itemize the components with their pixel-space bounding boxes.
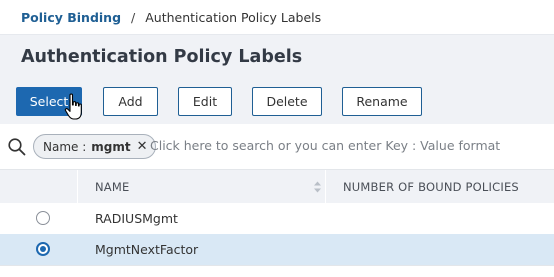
row-name: MgmtNextFactor [95, 242, 199, 257]
breadcrumb-separator: / [131, 9, 136, 25]
table-row[interactable]: MgmtNextFactor [0, 234, 554, 266]
column-header-name[interactable]: NAME [95, 180, 129, 194]
search-bar: Name : mgmt ✕ Click here to search or yo… [0, 125, 554, 170]
table-header: NAME NUMBER OF BOUND POLICIES [0, 170, 554, 204]
search-icon[interactable] [7, 137, 27, 157]
row-radio[interactable] [36, 242, 50, 256]
sort-icon[interactable] [313, 181, 322, 193]
column-header-bound-policies[interactable]: NUMBER OF BOUND POLICIES [343, 180, 519, 194]
table-row[interactable]: RADIUSMgmt [0, 203, 554, 235]
filter-chip-key: Name : [43, 139, 87, 154]
title-bar: Authentication Policy Labels [0, 35, 554, 78]
edit-button[interactable]: Edit [178, 87, 232, 116]
row-radio[interactable] [36, 211, 50, 225]
hand-pointer-icon [64, 93, 82, 120]
filter-chip: Name : mgmt ✕ [33, 134, 156, 159]
breadcrumb-policy-binding-link[interactable]: Policy Binding [21, 10, 121, 25]
column-divider [77, 170, 78, 203]
add-button[interactable]: Add [103, 87, 158, 116]
delete-button[interactable]: Delete [252, 87, 322, 116]
breadcrumb: Policy Binding / Authentication Policy L… [0, 0, 554, 35]
page-title: Authentication Policy Labels [21, 46, 303, 67]
close-icon[interactable]: ✕ [137, 139, 148, 154]
row-name: RADIUSMgmt [95, 211, 178, 226]
filter-chip-value: mgmt [91, 139, 131, 154]
column-divider [325, 170, 326, 203]
breadcrumb-current: Authentication Policy Labels [145, 9, 322, 25]
search-input[interactable]: Click here to search or you can enter Ke… [150, 138, 500, 153]
rename-button[interactable]: Rename [342, 87, 422, 116]
